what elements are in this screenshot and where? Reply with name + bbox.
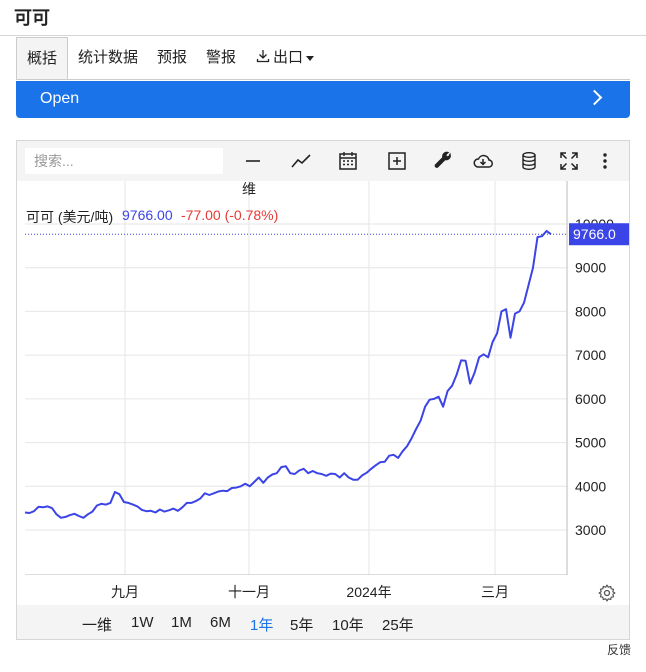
range-5y[interactable]: 5年 <box>290 614 313 635</box>
chart-toolbar <box>17 141 629 181</box>
chevron-right-icon <box>586 89 603 106</box>
feedback-link[interactable]: 反馈 <box>607 641 631 658</box>
tab-statistics[interactable]: 统计数据 <box>78 37 138 79</box>
y-tick-label: 4000 <box>575 478 606 494</box>
range-10y[interactable]: 10年 <box>332 614 364 635</box>
x-tick-label: 三月 <box>481 584 509 600</box>
price-chart[interactable]: 3000400050006000700080009000100009766.0 <box>17 181 629 575</box>
y-tick-label: 3000 <box>575 522 606 538</box>
fullscreen-icon[interactable] <box>557 149 581 173</box>
legend-change: -77.00 (-0.78%) <box>181 207 279 223</box>
range-1d[interactable]: 一维 <box>82 614 112 635</box>
download-icon <box>256 50 270 63</box>
range-1m[interactable]: 1M <box>171 614 192 631</box>
price-tag-label: 9766.0 <box>573 226 616 242</box>
x-tick-label: 九月 <box>111 584 139 600</box>
more-vertical-icon[interactable] <box>593 149 617 173</box>
y-tick-label: 5000 <box>575 435 606 451</box>
calendar-icon[interactable] <box>336 149 360 173</box>
legend-top-label: 维 <box>242 181 256 197</box>
tab-bar: 概括 统计数据 预报 警报 出口 <box>16 37 630 80</box>
legend-price: 9766.00 <box>122 207 173 223</box>
chevron-down-icon <box>306 55 315 61</box>
range-25y[interactable]: 25年 <box>382 614 414 635</box>
range-1y[interactable]: 1年 <box>250 614 273 635</box>
x-tick-label: 2024年 <box>346 584 392 600</box>
open-button[interactable]: Open <box>16 81 630 118</box>
database-icon[interactable] <box>517 149 541 173</box>
tab-forecast[interactable]: 预报 <box>157 37 187 79</box>
add-compare-icon[interactable] <box>385 149 409 173</box>
line-style-icon[interactable] <box>241 149 265 173</box>
search-input[interactable] <box>25 148 223 174</box>
gear-icon[interactable] <box>597 583 617 603</box>
title-divider <box>0 35 646 36</box>
y-tick-label: 7000 <box>575 347 606 363</box>
y-tick-label: 9000 <box>575 260 606 276</box>
tab-alerts[interactable]: 警报 <box>206 37 236 79</box>
price-line <box>24 230 552 519</box>
range-1w[interactable]: 1W <box>131 614 154 631</box>
y-tick-label: 6000 <box>575 391 606 407</box>
chart-type-icon[interactable] <box>289 149 313 173</box>
range-6m[interactable]: 6M <box>210 614 231 631</box>
tab-export[interactable]: 出口 <box>256 37 315 79</box>
y-tick-label: 8000 <box>575 303 606 319</box>
legend-series-name: 可可 (美元/吨) <box>26 209 114 225</box>
range-bar: 一维 1W 1M 6M 1年 5年 10年 25年 <box>17 605 629 639</box>
tab-export-label: 出口 <box>273 49 304 66</box>
tab-overview[interactable]: 概括 <box>16 37 69 79</box>
chart-widget: 3000400050006000700080009000100009766.0 … <box>16 140 630 640</box>
page-title: 可可 <box>14 8 50 28</box>
open-button-label: Open <box>40 90 80 107</box>
cloud-download-icon[interactable] <box>471 149 495 173</box>
x-tick-label: 十一月 <box>228 584 270 600</box>
wrench-icon[interactable] <box>431 149 455 173</box>
